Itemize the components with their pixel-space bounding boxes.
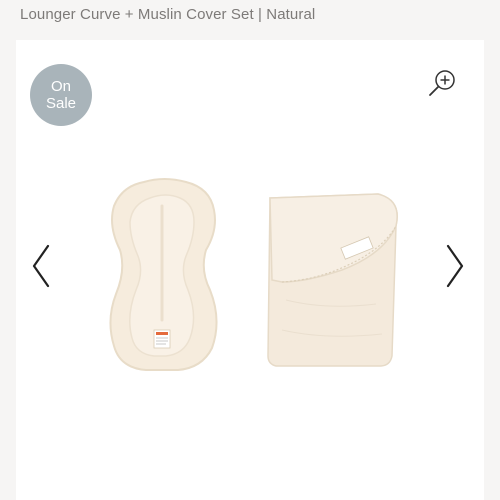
zoom-button[interactable]	[428, 68, 458, 98]
lounger-pad-illustration	[109, 178, 218, 371]
next-image-button[interactable]	[442, 242, 466, 290]
on-sale-badge-line1: On	[50, 78, 71, 95]
product-photo	[109, 178, 398, 371]
product-image-gallery: On Sale	[16, 40, 484, 500]
muslin-cover-illustration	[267, 193, 398, 367]
previous-image-button[interactable]	[30, 242, 54, 290]
chevron-right-icon	[446, 244, 464, 288]
on-sale-badge: On Sale	[30, 64, 92, 126]
zoom-in-icon	[429, 70, 455, 96]
product-title: Lounger Curve + Muslin Cover Set | Natur…	[20, 6, 316, 23]
on-sale-badge-line2: Sale	[45, 95, 77, 112]
chevron-left-icon	[32, 244, 50, 288]
